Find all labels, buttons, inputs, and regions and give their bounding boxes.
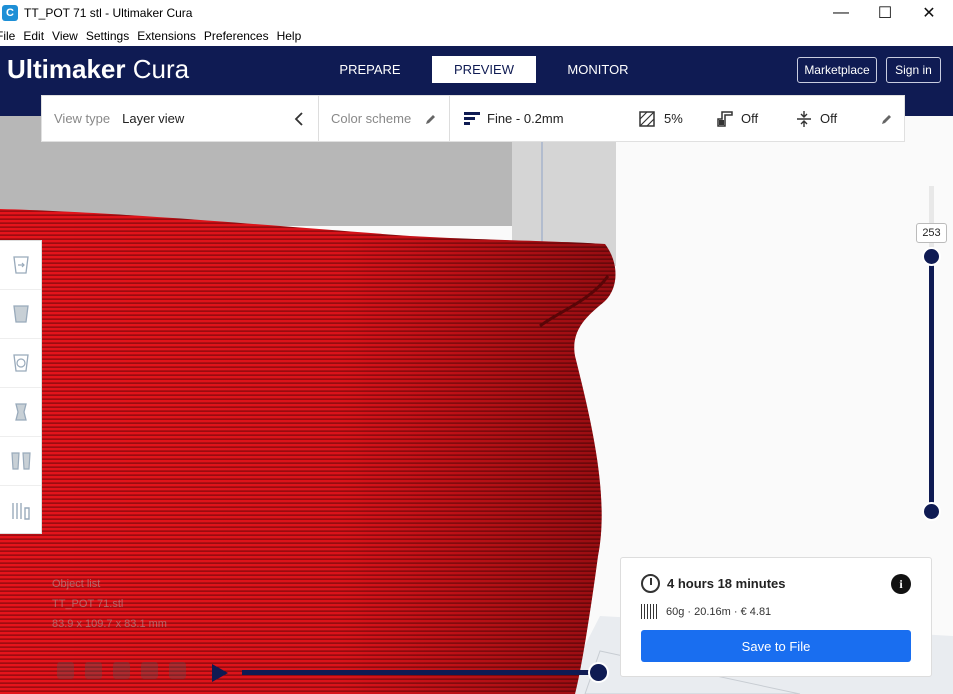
title-bar: C TT_POT 71 stl - Ultimaker Cura — ☐ ✕ — [0, 0, 953, 25]
support-icon — [717, 110, 733, 127]
profile-value: Fine - 0.2mm — [487, 111, 564, 126]
close-button[interactable]: ✕ — [906, 0, 952, 25]
sign-in-button[interactable]: Sign in — [886, 57, 941, 83]
left-view-icon[interactable] — [141, 662, 158, 679]
move-icon — [12, 256, 29, 274]
adhesion-value: Off — [820, 111, 838, 126]
save-to-file-button[interactable]: Save to File — [641, 630, 911, 662]
support-blocker-button[interactable] — [0, 486, 41, 535]
profile-icon — [464, 111, 480, 126]
view-type-label: View type — [54, 111, 111, 126]
support-blocker-icon — [11, 502, 30, 520]
clock-icon — [641, 574, 660, 593]
layer-slider-range — [929, 256, 934, 512]
edit-settings-pencil-icon[interactable] — [881, 113, 893, 125]
material-estimate: 60g · 20.16m · € 4.81 — [641, 604, 771, 619]
material-estimate-value: 60g · 20.16m · € 4.81 — [666, 605, 772, 618]
marketplace-button[interactable]: Marketplace — [797, 57, 877, 83]
front-view-icon[interactable] — [85, 662, 102, 679]
chevron-left-icon[interactable] — [294, 111, 304, 126]
pencil-icon[interactable] — [425, 113, 437, 125]
print-time: 4 hours 18 minutes — [641, 574, 785, 593]
rotate-tool-button[interactable] — [0, 339, 41, 388]
print-settings-summary[interactable]: Fine - 0.2mm 5% Off Off — [450, 96, 904, 141]
adhesion-icon — [797, 110, 811, 127]
layer-slider-upper — [929, 186, 934, 256]
current-layer-number[interactable]: 253 — [916, 223, 947, 243]
window-title: TT_POT 71 stl - Ultimaker Cura — [24, 5, 193, 20]
simulation-slider-track[interactable] — [242, 670, 600, 675]
move-tool-button[interactable] — [0, 241, 41, 290]
menu-extensions[interactable]: Extensions — [137, 29, 196, 43]
menu-file[interactable]: File — [0, 29, 15, 43]
infill-icon — [639, 110, 655, 127]
logo-brand: Ultimaker — [7, 54, 126, 84]
right-view-icon[interactable] — [169, 662, 186, 679]
view-toolbar: View type Layer view Color scheme Fine -… — [41, 95, 905, 142]
tab-monitor[interactable]: MONITOR — [546, 56, 650, 83]
object-name: TT_POT 71.stl — [52, 598, 124, 610]
scale-tool-button[interactable] — [0, 290, 41, 339]
camera-view-buttons — [57, 662, 186, 679]
menu-preferences[interactable]: Preferences — [204, 29, 269, 43]
view-type-selector[interactable]: View type Layer view — [42, 96, 319, 141]
menu-view[interactable]: View — [52, 29, 78, 43]
color-scheme-label: Color scheme — [331, 111, 412, 126]
play-icon[interactable] — [212, 664, 228, 682]
print-time-value: 4 hours 18 minutes — [667, 576, 786, 591]
infill-value: 5% — [664, 111, 683, 126]
stage-tabs: PREPARE PREVIEW MONITOR — [318, 56, 660, 83]
layer-slider-top-handle[interactable] — [922, 247, 941, 266]
spool-icon — [641, 604, 658, 619]
simulation-slider-handle[interactable] — [588, 662, 609, 683]
rotate-icon — [12, 354, 29, 372]
color-scheme-selector[interactable]: Color scheme — [319, 96, 450, 141]
info-icon[interactable]: i — [891, 574, 911, 594]
menu-help[interactable]: Help — [277, 29, 302, 43]
mirror-icon — [14, 403, 27, 421]
tool-panel — [0, 240, 42, 534]
cura-app-icon: C — [2, 4, 18, 21]
per-model-settings-icon — [10, 452, 31, 470]
print-info-panel: 4 hours 18 minutes i 60g · 20.16m · € 4.… — [620, 557, 932, 677]
object-list-toggle[interactable]: Object list — [52, 578, 167, 590]
3d-view-icon[interactable] — [57, 662, 74, 679]
logo-product: Cura — [132, 54, 190, 84]
tab-preview[interactable]: PREVIEW — [432, 56, 536, 83]
ultimaker-cura-logo: Ultimaker Cura — [7, 54, 189, 85]
object-dimensions: 83.9 x 109.7 x 83.1 mm — [52, 618, 167, 630]
maximize-button[interactable]: ☐ — [862, 0, 908, 25]
support-value: Off — [741, 111, 759, 126]
top-view-icon[interactable] — [113, 662, 130, 679]
menu-edit[interactable]: Edit — [23, 29, 44, 43]
tab-prepare[interactable]: PREPARE — [318, 56, 422, 83]
cura-window: { "window": { "title": "TT_POT 71 stl - … — [0, 0, 953, 694]
object-list: Object list TT_POT 71.stl 83.9 x 109.7 x… — [52, 578, 167, 638]
per-model-settings-button[interactable] — [0, 437, 41, 486]
layer-slider-bottom-handle[interactable] — [922, 502, 941, 521]
mirror-tool-button[interactable] — [0, 388, 41, 437]
scale-icon — [12, 305, 29, 323]
minimize-button[interactable]: — — [818, 0, 864, 25]
menu-bar: File Edit View Settings Extensions Prefe… — [0, 25, 953, 46]
view-type-value: Layer view — [122, 111, 185, 126]
menu-settings[interactable]: Settings — [86, 29, 129, 43]
